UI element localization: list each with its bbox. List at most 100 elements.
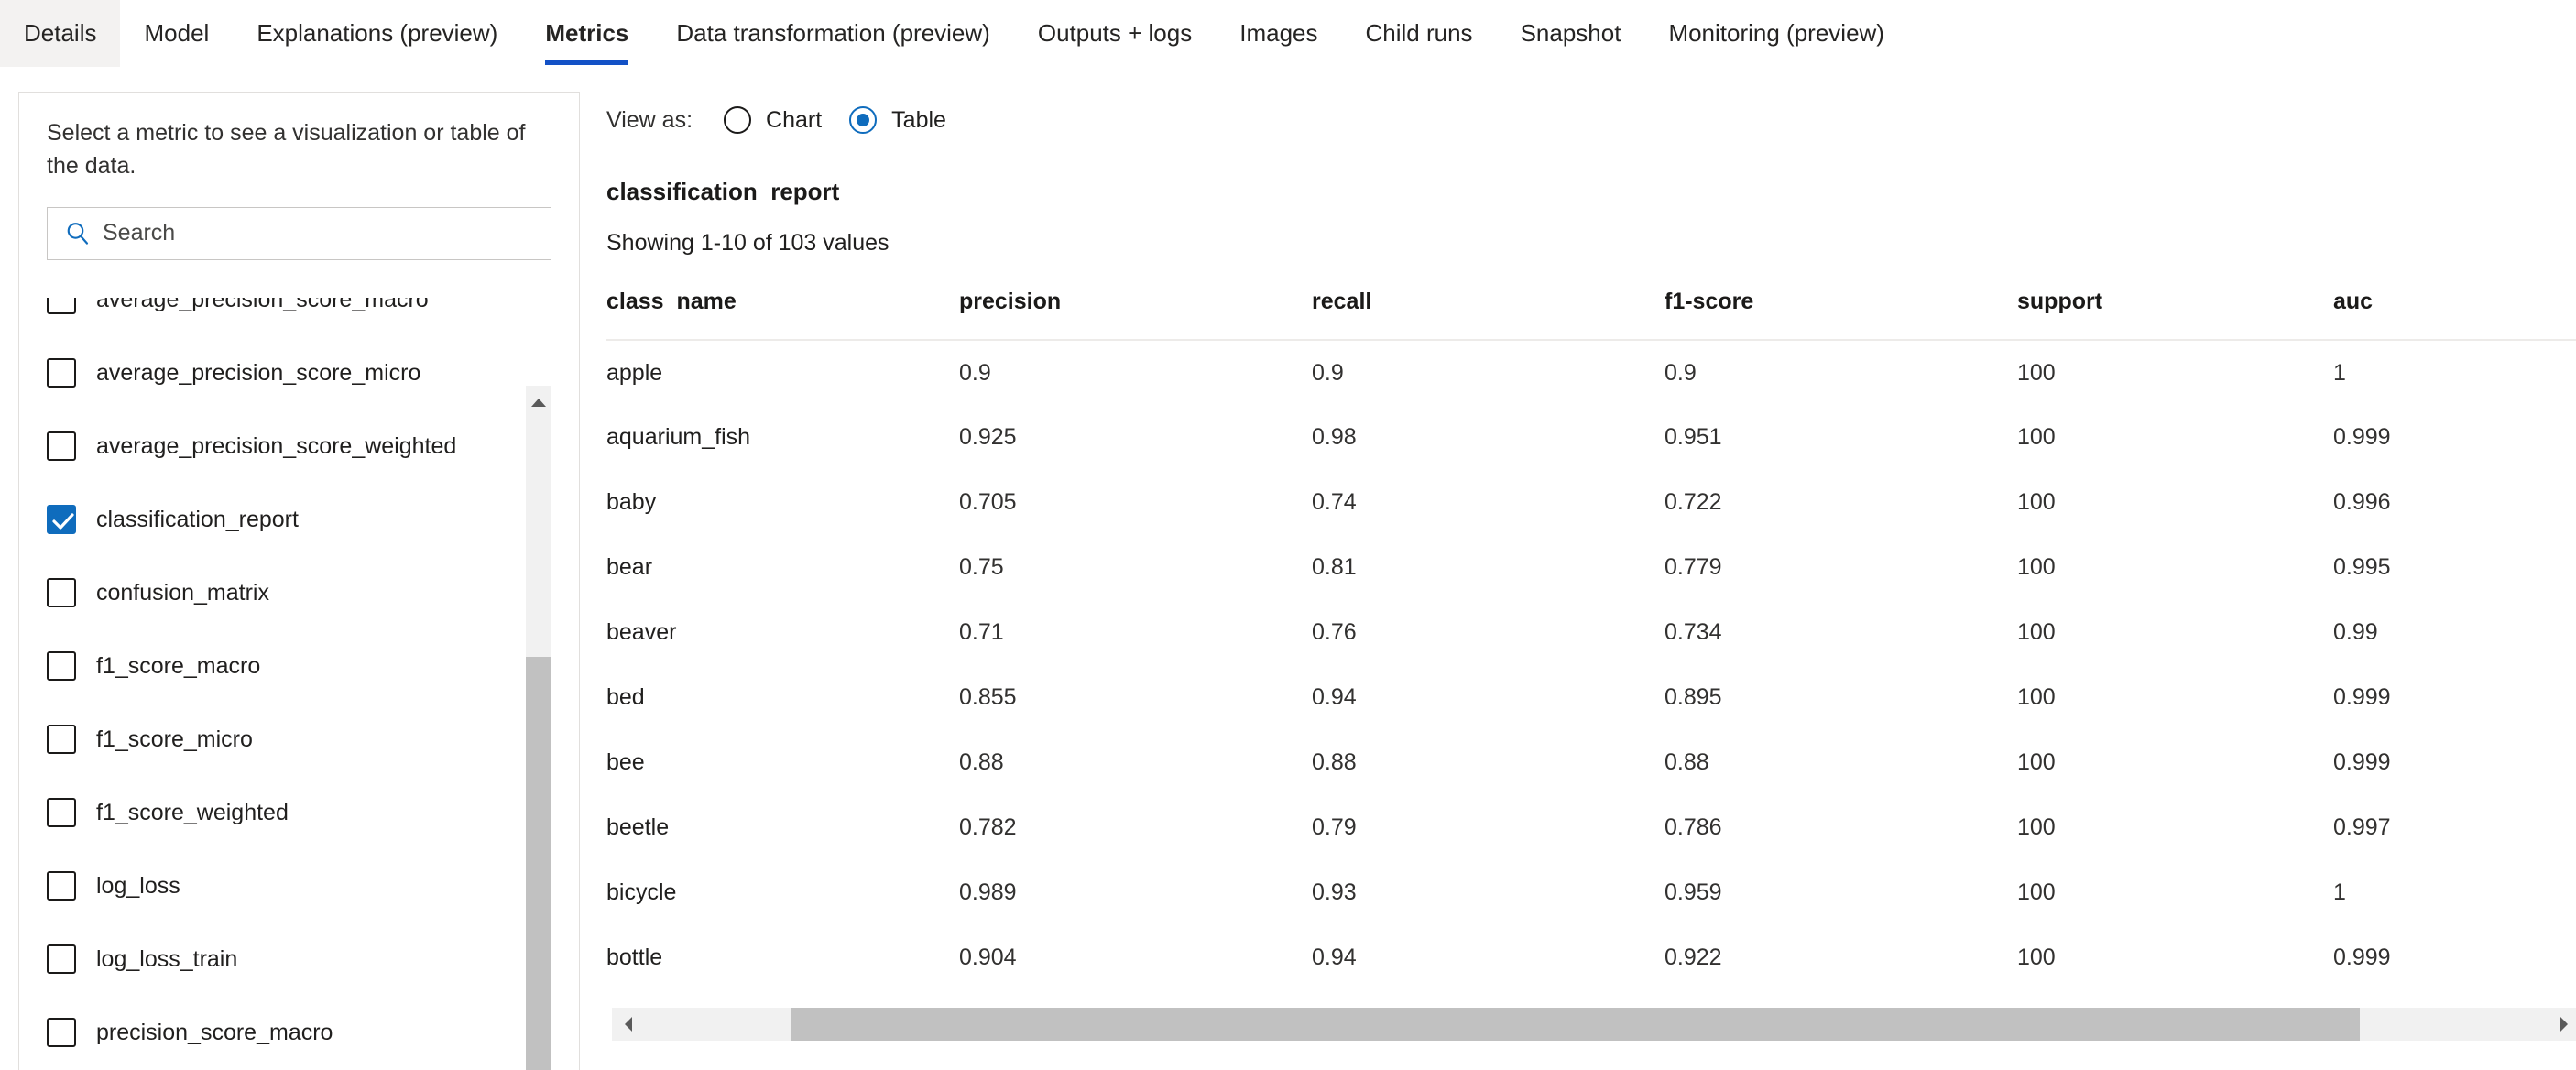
table-cell: bear bbox=[606, 554, 653, 580]
metric-list-item[interactable]: classification_report bbox=[19, 483, 579, 556]
metric-list-scrollbar[interactable] bbox=[526, 386, 551, 1070]
table-cell: 0.999 bbox=[2333, 684, 2391, 710]
scroll-left-arrow-icon[interactable] bbox=[612, 1008, 643, 1041]
metric-title: classification_report bbox=[606, 178, 840, 205]
tab-images[interactable]: Images bbox=[1216, 0, 1341, 67]
table-cell: 0.98 bbox=[1312, 424, 1357, 450]
table-cell: apple bbox=[606, 359, 663, 386]
metric-list-item-label: classification_report bbox=[96, 506, 299, 532]
table-cell: 0.76 bbox=[1312, 619, 1357, 645]
table-cell: 100 bbox=[2017, 814, 2056, 840]
metric-checkbox[interactable] bbox=[47, 871, 76, 901]
table-cell: 1 bbox=[2333, 879, 2346, 905]
metric-checkbox-list[interactable]: average_precision_score_macro average_pre… bbox=[19, 298, 579, 1070]
table-cell: bottle bbox=[606, 944, 663, 970]
tab-metrics[interactable]: Metrics bbox=[521, 0, 652, 67]
table-cell: baby bbox=[606, 489, 657, 515]
metric-list-item[interactable]: average_precision_score_macro bbox=[19, 298, 579, 336]
metric-checkbox[interactable] bbox=[47, 298, 76, 314]
metric-list-item-label: f1_score_weighted bbox=[96, 799, 289, 825]
metric-checkbox[interactable] bbox=[47, 944, 76, 974]
metric-checkbox[interactable] bbox=[47, 798, 76, 827]
table-cell: 0.922 bbox=[1665, 944, 1722, 970]
table-cell: 0.79 bbox=[1312, 814, 1357, 840]
metric-list-item[interactable]: confusion_matrix bbox=[19, 556, 579, 629]
metric-checkbox[interactable] bbox=[47, 505, 76, 534]
tab-model[interactable]: Model bbox=[120, 0, 233, 67]
table-cell: 0.88 bbox=[1665, 749, 1709, 775]
metric-list-item[interactable]: f1_score_micro bbox=[19, 703, 579, 776]
table-cell: 0.782 bbox=[959, 814, 1017, 840]
table-body: apple 0.9 0.9 0.9 100 1 0.959 aquarium_fish 0.92… bbox=[606, 340, 2576, 990]
metric-checkbox[interactable] bbox=[47, 358, 76, 388]
tab-explanations-preview[interactable]: Explanations (preview) bbox=[233, 0, 521, 67]
table-cell: 0.997 bbox=[2333, 814, 2391, 840]
radio-button[interactable] bbox=[724, 106, 752, 134]
metric-detail-area: View as: Chart Table classification_repor… bbox=[606, 92, 2576, 1070]
metric-checkbox[interactable] bbox=[47, 1018, 76, 1047]
tab-snapshot[interactable]: Snapshot bbox=[1497, 0, 1645, 67]
tab-data-transformation-preview[interactable]: Data transformation (preview) bbox=[652, 0, 1013, 67]
tab-child-runs[interactable]: Child runs bbox=[1342, 0, 1497, 67]
metric-checkbox[interactable] bbox=[47, 725, 76, 754]
view-as-option-label: Chart bbox=[766, 106, 823, 133]
scroll-right-arrow-icon[interactable] bbox=[2549, 1008, 2576, 1041]
table-cell: 0.71 bbox=[959, 619, 1004, 645]
table-cell: 0.959 bbox=[1665, 879, 1722, 905]
table-cell: 0.855 bbox=[959, 684, 1017, 710]
table-column-header: class_name bbox=[606, 289, 959, 341]
metric-checkbox[interactable] bbox=[47, 651, 76, 681]
panel-help-text: Select a metric to see a visualization o… bbox=[47, 120, 526, 180]
table-horizontal-scrollbar[interactable] bbox=[612, 1008, 2576, 1041]
tab-outputs-logs[interactable]: Outputs + logs bbox=[1014, 0, 1216, 67]
radio-button[interactable] bbox=[849, 106, 878, 134]
metric-list-item-label: average_precision_score_weighted bbox=[96, 432, 457, 459]
view-as-option-chart[interactable]: Chart bbox=[724, 106, 822, 134]
search-input[interactable] bbox=[103, 220, 551, 246]
table-row: bicycle0.9890.930.95910010.998 bbox=[606, 860, 2576, 925]
table-row: bee0.880.880.881000.9990.956 bbox=[606, 730, 2576, 795]
tab-details[interactable]: Details bbox=[0, 0, 121, 67]
view-as-option-table[interactable]: Table bbox=[849, 106, 946, 134]
view-as-radio-group: View as: Chart Table bbox=[606, 92, 2576, 148]
table-row: apple0.90.90.910010.959 bbox=[606, 340, 2576, 405]
metric-list-scroll-thumb[interactable] bbox=[526, 657, 551, 1070]
metric-list-item-label: average_precision_score_micro bbox=[96, 359, 421, 386]
metric-table: class_name precision recall f1-score support… bbox=[606, 289, 2576, 990]
table-cell: 100 bbox=[2017, 619, 2056, 645]
metric-list-item[interactable]: log_loss bbox=[19, 849, 579, 923]
table-cell: bicycle bbox=[606, 879, 677, 905]
search-box[interactable] bbox=[47, 206, 551, 260]
table-row: bottle0.9040.940.9221000.9990.962 bbox=[606, 925, 2576, 990]
scroll-up-arrow-icon[interactable] bbox=[526, 386, 551, 419]
view-as-option-label: Table bbox=[891, 106, 946, 133]
table-scroll-thumb[interactable] bbox=[791, 1008, 2360, 1041]
table-cell: 100 bbox=[2017, 879, 2056, 905]
metric-checkbox[interactable] bbox=[47, 578, 76, 607]
showing-count-text: Showing 1-10 of 103 values bbox=[606, 230, 890, 256]
table-cell: 100 bbox=[2017, 944, 2056, 970]
table-cell: 0.951 bbox=[1665, 424, 1722, 450]
metric-list-item[interactable]: log_loss_train bbox=[19, 923, 579, 996]
table-cell: 100 bbox=[2017, 554, 2056, 580]
table-column-header: recall bbox=[1312, 289, 1665, 341]
tab-monitoring-preview[interactable]: Monitoring (preview) bbox=[1644, 0, 1908, 67]
metric-list-item[interactable]: f1_score_weighted bbox=[19, 776, 579, 849]
table-cell: 0.94 bbox=[1312, 944, 1357, 970]
table-column-header: f1-score bbox=[1665, 289, 2017, 341]
table-cell: beaver bbox=[606, 619, 677, 645]
table-cell: 0.9 bbox=[1665, 359, 1697, 386]
metric-checkbox[interactable] bbox=[47, 431, 76, 461]
search-icon bbox=[64, 220, 92, 247]
metric-list-item[interactable]: precision_score_macro bbox=[19, 996, 579, 1069]
table-cell: 100 bbox=[2017, 749, 2056, 775]
metric-list-item[interactable]: average_precision_score_micro bbox=[19, 336, 579, 409]
table-cell: 0.93 bbox=[1312, 879, 1357, 905]
table-cell: aquarium_fish bbox=[606, 424, 751, 450]
metric-list-item[interactable]: average_precision_score_weighted bbox=[19, 409, 579, 483]
metric-list-item[interactable]: f1_score_macro bbox=[19, 629, 579, 703]
table-cell: bee bbox=[606, 749, 645, 775]
table-cell: 0.9 bbox=[1312, 359, 1344, 386]
table-cell: 0.996 bbox=[2333, 489, 2391, 515]
table-row: beetle0.7820.790.7861000.9970.896 bbox=[606, 795, 2576, 860]
